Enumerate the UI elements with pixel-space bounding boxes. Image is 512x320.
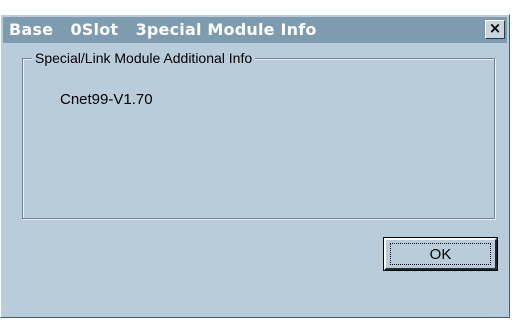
module-version-text: Cnet99-V1.70 [60,91,153,108]
close-button[interactable]: × [485,19,505,39]
title-bar[interactable]: Base 0Slot 3pecial Module Info × [3,17,507,43]
additional-info-groupbox [22,58,495,219]
ok-button[interactable]: OK [384,238,497,270]
close-icon: × [488,19,502,37]
ok-button-label: OK [429,246,452,263]
groupbox-label: Special/Link Module Additional Info [32,50,256,66]
window-title: Base 0Slot 3pecial Module Info [9,20,317,39]
